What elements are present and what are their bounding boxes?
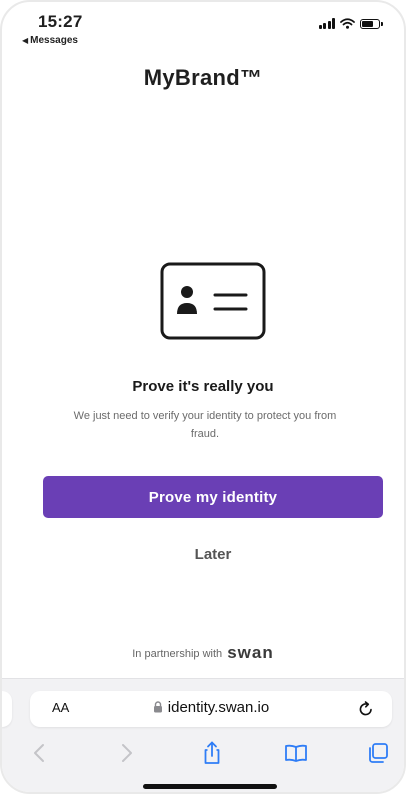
- status-icons: [318, 18, 383, 29]
- url-text: identity.swan.io: [167, 699, 270, 716]
- partnership-note: In partnership with swan: [2, 643, 404, 663]
- browser-chrome: AA identity.swan.io: [2, 678, 404, 792]
- brand-logo: MyBrand™: [143, 65, 263, 90]
- status-time: 15:27: [38, 12, 83, 31]
- bookmarks-icon: [285, 744, 307, 762]
- previous-tab-peek[interactable]: [2, 691, 12, 727]
- back-icon: [34, 744, 44, 762]
- address-bar[interactable]: AA identity.swan.io: [30, 691, 392, 727]
- id-card-icon: [160, 262, 266, 340]
- phone-screen: 15:27 ◀ Messages MyBrand™ Prove it's real…: [0, 0, 406, 794]
- url-display[interactable]: identity.swan.io: [30, 699, 392, 716]
- share-button[interactable]: [198, 739, 226, 767]
- forward-button[interactable]: [112, 739, 140, 767]
- reload-icon: [359, 701, 372, 716]
- description-text: We just need to verify your identity to …: [73, 410, 337, 440]
- battery-icon: [360, 18, 383, 29]
- home-indicator[interactable]: [143, 784, 277, 789]
- tabs-icon: [369, 743, 388, 763]
- back-app-label: Messages: [30, 35, 78, 46]
- cellular-signal-icon: [318, 18, 335, 29]
- back-button[interactable]: [26, 739, 54, 767]
- lock-icon: [153, 701, 162, 713]
- headline: Prove it's really you: [132, 378, 274, 395]
- bookmarks-button[interactable]: [282, 739, 310, 767]
- browser-toolbar: [2, 739, 404, 769]
- status-bar: 15:27 ◀ Messages: [2, 2, 404, 50]
- back-triangle-icon: ◀: [22, 36, 29, 45]
- prove-identity-button[interactable]: Prove my identity: [43, 476, 383, 518]
- later-button[interactable]: Later: [153, 541, 273, 567]
- partnership-prefix: In partnership with: [132, 648, 223, 660]
- tabs-button[interactable]: [364, 739, 392, 767]
- share-icon: [204, 741, 220, 764]
- swan-logo: swan: [227, 643, 274, 662]
- forward-icon: [122, 744, 132, 762]
- wifi-icon: [340, 18, 355, 29]
- reload-button[interactable]: [356, 699, 376, 719]
- back-to-app-link[interactable]: ◀ Messages: [22, 35, 78, 46]
